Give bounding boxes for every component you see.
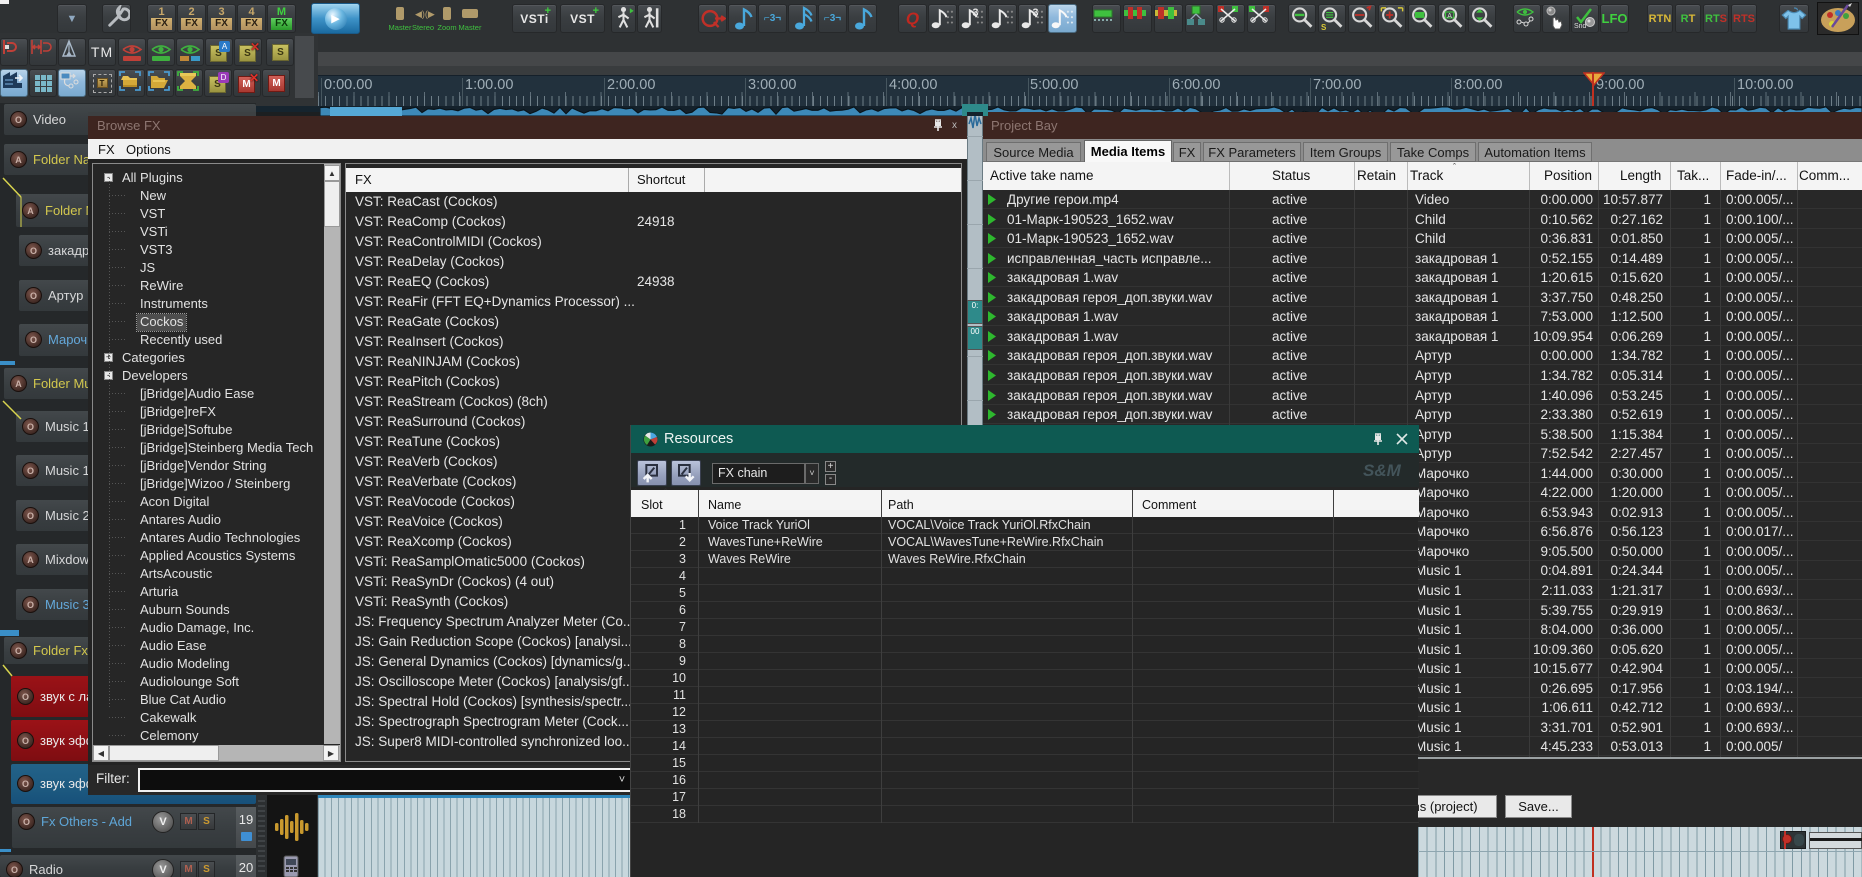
svg-text:A: A <box>1447 12 1452 20</box>
